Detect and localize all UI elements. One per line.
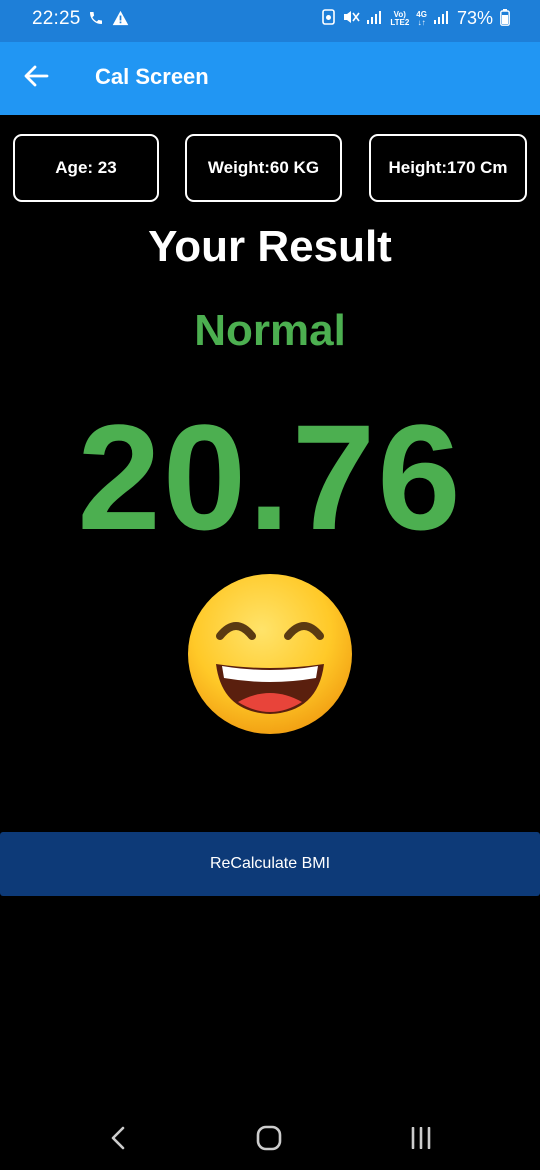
status-left-icons bbox=[88, 10, 129, 31]
volte-bottom: LTE2 bbox=[390, 17, 410, 27]
result-heading: Your Result bbox=[148, 222, 392, 271]
phone-icon bbox=[88, 10, 104, 31]
signal-icon bbox=[433, 10, 450, 27]
nav-home-button[interactable] bbox=[249, 1122, 289, 1158]
battery-icon bbox=[500, 8, 510, 29]
volte-label: Vo) LTE2 bbox=[390, 10, 410, 27]
navigation-bar bbox=[0, 1108, 540, 1170]
network-type: 4G ↓↑ bbox=[416, 10, 427, 27]
height-box: Height:170 Cm bbox=[369, 134, 527, 202]
nav-recents-button[interactable] bbox=[401, 1122, 441, 1158]
warning-icon bbox=[112, 10, 129, 31]
back-button[interactable] bbox=[14, 56, 58, 100]
weight-box: Weight:60 KG bbox=[185, 134, 342, 202]
age-box: Age: 23 bbox=[13, 134, 159, 202]
app-bar: Cal Screen bbox=[0, 42, 540, 115]
nav-back-button[interactable] bbox=[98, 1122, 138, 1158]
arrow-left-icon bbox=[23, 65, 49, 92]
screen: 22:25 Vo) LTE2 4G ↓↑ 73% Cal Screen Age:… bbox=[0, 0, 540, 1170]
signal-icon bbox=[367, 10, 383, 27]
status-bar: 22:25 Vo) LTE2 4G ↓↑ 73% bbox=[0, 0, 540, 42]
grinning-face-icon bbox=[186, 572, 354, 736]
app-title: Cal Screen bbox=[95, 64, 209, 89]
nav-home-icon bbox=[256, 1125, 282, 1156]
mute-icon bbox=[342, 9, 360, 28]
data-arrows-icon: ↓↑ bbox=[417, 17, 426, 27]
nav-back-icon bbox=[110, 1126, 126, 1155]
status-right-icons: Vo) LTE2 4G ↓↑ 73% bbox=[322, 8, 510, 29]
info-row: Age: 23 Weight:60 KG Height:170 Cm bbox=[0, 134, 540, 202]
status-time: 22:25 bbox=[32, 8, 81, 29]
recalculate-button[interactable]: ReCalculate BMI bbox=[0, 832, 540, 896]
bmi-value: 20.76 bbox=[77, 393, 463, 561]
battery-percent: 73% bbox=[456, 8, 493, 28]
sim-icon bbox=[322, 9, 336, 28]
result-category: Normal bbox=[194, 306, 346, 355]
nav-recents-icon bbox=[410, 1126, 432, 1154]
